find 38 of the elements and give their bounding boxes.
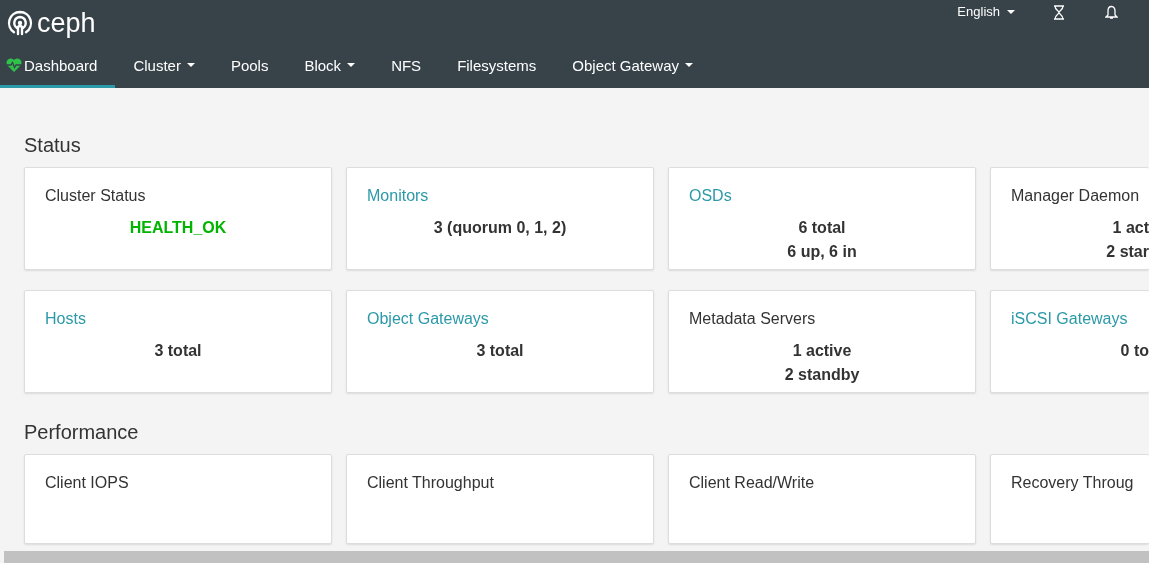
notification-bell-icon[interactable] [1105, 5, 1118, 20]
brand-name[interactable]: ceph [37, 7, 96, 38]
card-value: 0 to [1119, 341, 1149, 361]
card-value: 2 star [1105, 242, 1149, 262]
section-heading: Performance [24, 420, 140, 444]
nav-tab[interactable]: Object Gateway [554, 45, 712, 88]
nav-tab[interactable]: Pools [212, 45, 287, 88]
card-value: 6 total [797, 218, 847, 238]
card-value: 6 up, 6 in [786, 242, 858, 262]
card-value: 3 total [153, 341, 203, 361]
caret-icon[interactable] [685, 63, 694, 67]
logo-icon[interactable] [7, 9, 33, 36]
card-title: Cluster Status [45, 186, 146, 206]
language-dropdown[interactable]: English [957, 4, 1015, 20]
hourglass-icon[interactable] [1053, 5, 1065, 20]
caret-icon[interactable] [347, 63, 356, 67]
card-title: Metadata Servers [689, 309, 816, 329]
card-value: 1 act [1111, 218, 1149, 238]
card-value: 3 total [475, 341, 525, 361]
card-value: 2 standby [783, 365, 861, 385]
card-title: Client Throughput [367, 473, 494, 493]
card-title: Client IOPS [45, 473, 129, 493]
nav-tab[interactable]: Cluster [115, 45, 213, 88]
card-value: 3 (quorum 0, 1, 2) [432, 218, 568, 238]
card-title: Manager Daemon [1011, 186, 1140, 206]
caret-icon[interactable] [1007, 10, 1015, 14]
nav-tab[interactable]: Filesystems [439, 45, 555, 88]
health-status: HEALTH_OK [128, 218, 228, 238]
nav-tab[interactable]: Dashboard [0, 45, 116, 88]
section-heading: Status [24, 133, 82, 157]
nav-tab[interactable]: NFS [373, 45, 440, 88]
card-title: Client Read/Write [689, 473, 815, 493]
heartbeat-icon [6, 58, 22, 72]
horizontal-scrollbar[interactable] [4, 551, 1149, 563]
card-value: 1 active [791, 341, 853, 361]
caret-icon[interactable] [186, 63, 195, 67]
nav-tab[interactable]: Block [286, 45, 374, 88]
card-title: Recovery Throug [1011, 473, 1134, 493]
